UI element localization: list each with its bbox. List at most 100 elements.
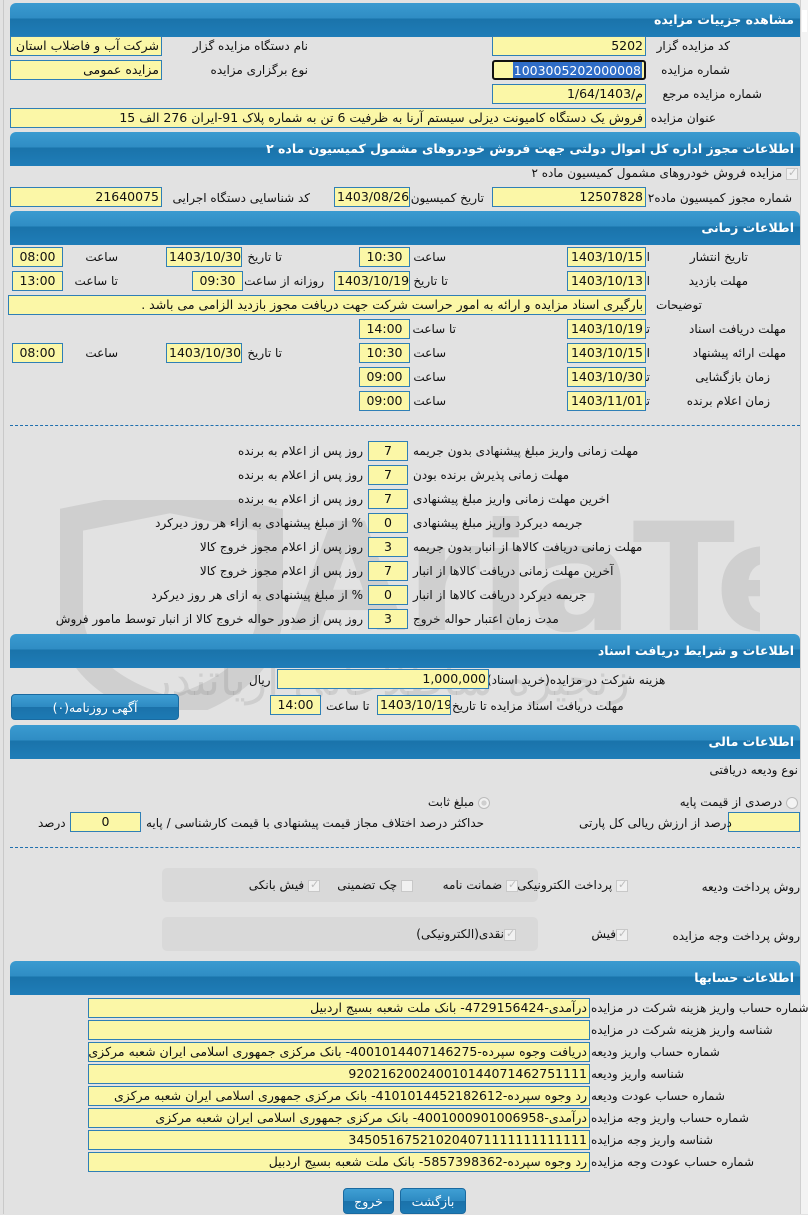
divider: [10, 425, 800, 426]
deadline-label: آخرین مهلت زمانی دریافت کالاها از انبار: [413, 564, 614, 578]
payment-method-slip-label: فیش: [591, 927, 616, 941]
deadline-value[interactable]: 7: [368, 465, 408, 485]
winner-date[interactable]: 1403/11/01: [567, 391, 646, 411]
visit-daily-to[interactable]: 13:00: [12, 271, 63, 291]
visit-daily-from[interactable]: 09:30: [192, 271, 243, 291]
percent-value-field[interactable]: [728, 812, 800, 832]
permit-checkbox-row[interactable]: مزایده فروش خودروهای مشمول کمیسیون ماده …: [531, 166, 798, 180]
deposit-method-label: روش پرداخت ودیعه: [701, 880, 800, 894]
deposit-method-guarantee[interactable]: ضمانت نامه: [443, 878, 518, 892]
visit-to-date[interactable]: 1403/10/19: [334, 271, 410, 291]
payment-method-cash[interactable]: نقدی(الکترونیکی): [416, 927, 516, 941]
deposit-method-cheque[interactable]: چک تضمینی: [337, 878, 413, 892]
auction-code-field[interactable]: 5202: [492, 36, 646, 56]
visit-daily-to-label: تا ساعت: [74, 274, 118, 288]
deposit-method-bank-slip-checkbox[interactable]: [308, 878, 320, 892]
offer-to-time[interactable]: 08:00: [12, 343, 63, 363]
deadline-label: مدت زمان اعتبار حواله خروج: [413, 612, 559, 626]
max-diff-field[interactable]: 0: [70, 812, 141, 832]
account-value[interactable]: درآمدی-4729156424- بانک ملت شعبه بسیج ار…: [88, 998, 590, 1018]
deadline-value[interactable]: 3: [368, 537, 408, 557]
deposit-method-bank-slip[interactable]: فیش بانکی: [249, 878, 320, 892]
deadline-label: مهلت زمانی دریافت کالاها از انبار بدون ج…: [413, 540, 643, 554]
option-percent-radio[interactable]: [786, 796, 798, 809]
deadline-value[interactable]: 7: [368, 441, 408, 461]
scrollbar[interactable]: [800, 0, 808, 1214]
deposit-method-guarantee-checkbox[interactable]: [506, 878, 518, 892]
deadline-unit: روز پس از اعلام مجوز خروج کالا: [199, 540, 363, 554]
payment-method-cash-checkbox[interactable]: [504, 927, 516, 941]
deposit-method-electronic-checkbox[interactable]: [616, 878, 628, 892]
account-label: شماره حساب عودت ودیعه: [591, 1089, 725, 1103]
option-fixed-radio[interactable]: [478, 796, 490, 809]
deposit-method-electronic[interactable]: پرداخت الکترونیکی: [517, 878, 628, 892]
document-fee-field[interactable]: 1,000,000: [277, 669, 489, 689]
commission-date-field[interactable]: 1403/08/26: [334, 187, 410, 207]
deadline-value[interactable]: 0: [368, 513, 408, 533]
deadline-value[interactable]: 0: [368, 585, 408, 605]
permit-checkbox[interactable]: [786, 166, 798, 180]
account-value[interactable]: 345051675210204071111111111111: [88, 1130, 590, 1150]
account-value[interactable]: 920216200240010144071462751111: [88, 1064, 590, 1084]
option-fixed-label: مبلغ ثابت: [427, 795, 475, 809]
opening-time[interactable]: 09:00: [359, 367, 410, 387]
section-header-documents: اطلاعات و شرایط دریافت اسناد: [10, 634, 800, 668]
offer-to-date[interactable]: 1403/10/30: [166, 343, 242, 363]
deadline-unit: روز پس از اعلام به برنده: [238, 468, 363, 482]
permit-number-label: شماره مجوز کمیسیون ماده۲: [647, 191, 792, 205]
percent-value-label: درصد از ارزش ریالی کل پارتی: [579, 816, 732, 830]
visit-from-date[interactable]: 1403/10/13: [567, 271, 646, 291]
account-value[interactable]: دریافت وجوه سپرده-4001014407146275- بانک…: [88, 1042, 590, 1062]
account-label: شماره حساب واریز ودیعه: [591, 1045, 720, 1059]
opening-time-label: ساعت: [413, 370, 446, 384]
publish-from-date[interactable]: 1403/10/15: [567, 247, 646, 267]
back-button[interactable]: بازگشت: [400, 1188, 466, 1214]
offer-from-time[interactable]: 10:30: [359, 343, 410, 363]
reference-number-field[interactable]: 1/64/1403/م: [492, 84, 646, 104]
offer-from-date[interactable]: 1403/10/15: [567, 343, 646, 363]
publish-to-time[interactable]: 08:00: [12, 247, 63, 267]
page-border: [3, 0, 4, 1214]
documents-deadline-label: مهلت دریافت اسناد مزایده تا تاریخ: [452, 699, 624, 713]
deadline-label: جریمه دیرکرد دریافت کالاها از انبار: [413, 588, 587, 602]
scrollbar-thumb[interactable]: [802, 10, 807, 32]
docs-to-date[interactable]: 1403/10/19: [567, 319, 646, 339]
publish-from-time[interactable]: 10:30: [359, 247, 410, 267]
visit-label: مهلت بازدید: [688, 274, 748, 288]
account-value[interactable]: [88, 1020, 590, 1040]
document-fee-unit: ریال: [249, 673, 271, 687]
documents-deadline-time[interactable]: 14:00: [270, 695, 321, 715]
documents-deadline-date[interactable]: 1403/10/19: [377, 695, 451, 715]
account-value[interactable]: رد وجوه سپرده-5857398362- بانک ملت شعبه …: [88, 1152, 590, 1172]
auction-type-field[interactable]: مزایده عمومی: [10, 60, 162, 80]
payment-method-slip-checkbox[interactable]: [616, 927, 628, 941]
deadline-value[interactable]: 7: [368, 489, 408, 509]
auction-number-field[interactable]: 1003005202000008: [492, 60, 646, 80]
permit-number-field[interactable]: 12507828: [492, 187, 646, 207]
winner-time[interactable]: 09:00: [359, 391, 410, 411]
publish-to-date[interactable]: 1403/10/30: [166, 247, 242, 267]
deposit-method-cheque-checkbox[interactable]: [401, 879, 413, 892]
divider: [10, 847, 800, 848]
deadline-value[interactable]: 7: [368, 561, 408, 581]
account-value[interactable]: رد وجوه سپرده-4101014452182612- بانک مرک…: [88, 1086, 590, 1106]
payment-method-slip[interactable]: فیش: [591, 927, 628, 941]
offer-to-time-label: ساعت: [85, 346, 118, 360]
option-percent[interactable]: درصدی از قیمت پایه: [680, 795, 798, 809]
visit-to-label: تا تاریخ: [413, 274, 448, 288]
newspaper-ad-button[interactable]: آگهی روزنامه(۰): [11, 694, 179, 720]
permit-checkbox-label: مزایده فروش خودروهای مشمول کمیسیون ماده …: [531, 166, 783, 180]
docs-to-time[interactable]: 14:00: [359, 319, 410, 339]
exit-button[interactable]: خروج: [343, 1188, 394, 1214]
auction-number-label: شماره مزایده: [661, 63, 730, 77]
deadline-value[interactable]: 3: [368, 609, 408, 629]
document-fee-label: هزینه شرکت در مزایده(خرید اسناد): [487, 673, 666, 687]
exec-code-field[interactable]: 21640075: [10, 187, 162, 207]
option-fixed[interactable]: مبلغ ثابت: [428, 795, 490, 809]
opening-date[interactable]: 1403/10/30: [567, 367, 646, 387]
auction-title-field[interactable]: فروش یک دستگاه کامیونت دیزلی سیستم آرنا …: [10, 108, 646, 128]
description-field[interactable]: بارگیری اسناد مزایده و ارائه به امور حرا…: [8, 295, 646, 315]
publish-label: تاریخ انتشار: [689, 250, 748, 264]
organizer-field[interactable]: شرکت آب و فاضلاب استان: [10, 36, 162, 56]
account-value[interactable]: درآمدی-4001000901006958- بانک مرکزی جمهو…: [88, 1108, 590, 1128]
